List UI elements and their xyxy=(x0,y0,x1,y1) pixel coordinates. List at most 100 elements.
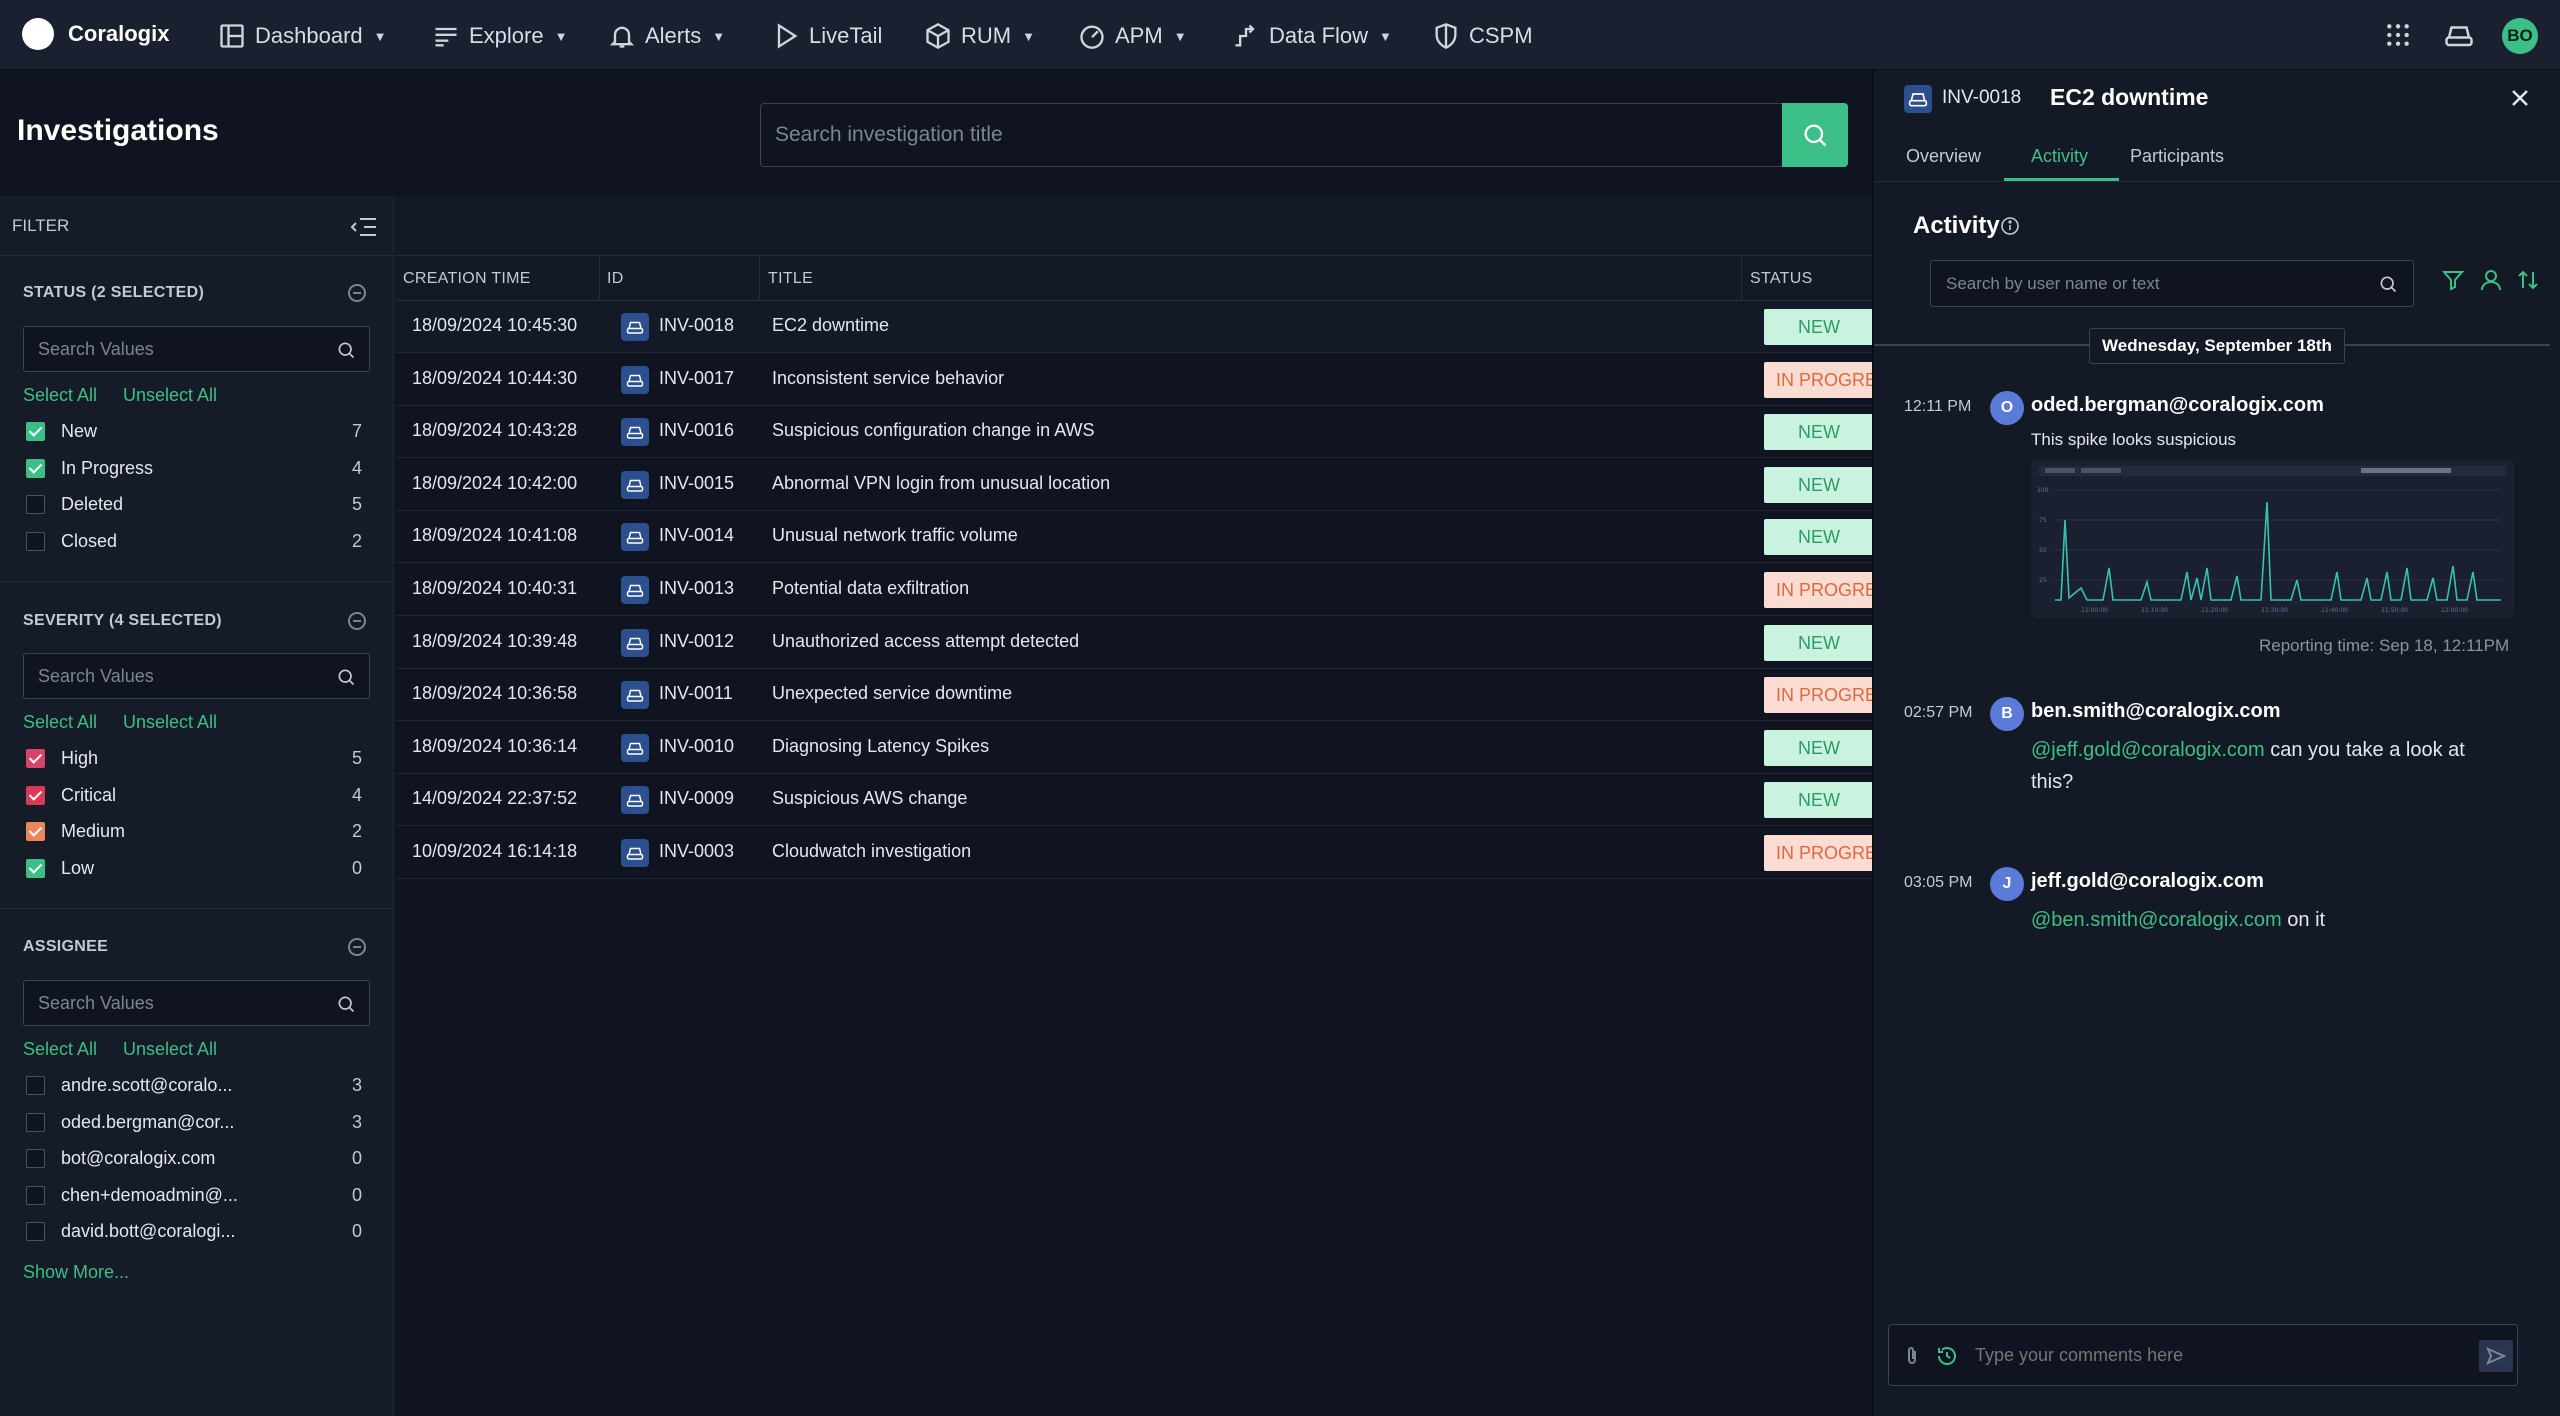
severity-filter-option[interactable]: Low 0 xyxy=(26,857,362,881)
brand-logo[interactable]: Coralogix xyxy=(22,18,169,50)
top-navigation-bar: Coralogix Dashboard ▼ Explore ▼ Alerts ▼ Li… xyxy=(0,0,2560,70)
attachment-icon[interactable] xyxy=(1903,1345,1921,1367)
severity-filter-option[interactable]: Critical 4 xyxy=(26,784,362,808)
assignee-select-all[interactable]: Select All xyxy=(23,1039,97,1060)
tab-participants[interactable]: Participants xyxy=(2130,146,2224,167)
activity-search-input[interactable]: Search by user name or text xyxy=(1930,260,2414,307)
status-unselect-all[interactable]: Unselect All xyxy=(123,385,217,406)
search-button[interactable] xyxy=(1782,103,1848,167)
send-button[interactable] xyxy=(2479,1340,2513,1372)
assignee-search-input[interactable]: Search Values xyxy=(23,980,370,1026)
checkbox[interactable] xyxy=(26,1076,45,1095)
table-row[interactable]: 18/09/2024 10:40:31 INV-0013 Potential dat… xyxy=(395,564,1901,616)
option-label: Medium xyxy=(61,821,126,842)
assignee-filter-option[interactable]: bot@coralogix.com 0 xyxy=(26,1147,362,1171)
severity-search-input[interactable]: Search Values xyxy=(23,653,370,699)
severity-collapse-icon[interactable] xyxy=(348,612,366,630)
assignee-filter-option[interactable]: andre.scott@coralo... 3 xyxy=(26,1074,362,1098)
checkbox[interactable] xyxy=(26,1185,45,1205)
checkbox[interactable] xyxy=(26,422,45,441)
column-status[interactable]: STATUS xyxy=(1750,270,1813,288)
table-row[interactable]: 18/09/2024 10:36:14 INV-0010 Diagnosing La… xyxy=(395,722,1874,774)
severity-unselect-all[interactable]: Unselect All xyxy=(123,712,217,733)
status-filter-option[interactable]: Deleted 5 xyxy=(26,493,362,517)
checkbox[interactable] xyxy=(26,531,45,551)
search-input[interactable] xyxy=(761,104,1781,166)
status-badge: NEW xyxy=(1764,466,1874,503)
nav-alerts[interactable]: Alerts ▼ xyxy=(608,22,725,50)
status-select-all[interactable]: Select All xyxy=(23,385,97,406)
info-icon[interactable] xyxy=(2000,216,2020,236)
investigation-icon[interactable] xyxy=(2444,22,2474,48)
collapse-filter-icon[interactable] xyxy=(350,216,378,238)
status-badge: NEW xyxy=(1764,729,1874,766)
table-row[interactable]: 18/09/2024 10:36:58 INV-0011 Unexpected se… xyxy=(395,669,1901,722)
status-filter-option[interactable]: In Progress 4 xyxy=(26,457,362,481)
assignee-collapse-icon[interactable] xyxy=(348,938,366,956)
table-row[interactable]: 18/09/2024 10:44:30 INV-0017 Inconsistent … xyxy=(395,354,1901,406)
sort-icon[interactable] xyxy=(2517,268,2539,292)
comment-input[interactable] xyxy=(1975,1339,2415,1371)
tab-overview[interactable]: Overview xyxy=(1906,146,1981,167)
nav-livetail[interactable]: LiveTail xyxy=(772,22,882,50)
user-mention[interactable]: @jeff.gold@coralogix.com xyxy=(2031,739,2265,761)
nav-label: Data Flow xyxy=(1269,23,1369,48)
investigation-icon xyxy=(621,365,649,394)
tab-activity[interactable]: Activity xyxy=(2031,146,2088,167)
table-row[interactable]: 10/09/2024 16:14:18 INV-0003 Cloudwatch in… xyxy=(395,827,1901,879)
nav-explore[interactable]: Explore ▼ xyxy=(432,22,567,50)
close-icon[interactable] xyxy=(2510,88,2530,108)
severity-select-all[interactable]: Select All xyxy=(23,712,97,733)
checkbox[interactable] xyxy=(26,1222,45,1242)
nav-cspm[interactable]: CSPM xyxy=(1432,22,1533,50)
message-user[interactable]: jeff.gold@coralogix.com xyxy=(2031,870,2264,893)
table-row[interactable]: 14/09/2024 22:37:52 INV-0009 Suspicious AW… xyxy=(395,774,1874,827)
column-title[interactable]: TITLE xyxy=(768,270,813,288)
show-more-link[interactable]: Show More... xyxy=(23,1262,129,1283)
table-row[interactable]: 18/09/2024 10:39:48 INV-0012 Unauthorized … xyxy=(395,617,1874,669)
checkbox[interactable] xyxy=(26,785,45,805)
status-collapse-icon[interactable] xyxy=(348,284,366,302)
assignee-filter-option[interactable]: david.bott@coralogi... 0 xyxy=(26,1220,362,1244)
checkbox[interactable] xyxy=(26,749,45,768)
checkbox[interactable] xyxy=(26,822,45,842)
assignee-filter-option[interactable]: oded.bergman@cor... 3 xyxy=(26,1111,362,1135)
apps-grid-icon[interactable] xyxy=(2385,22,2411,48)
status-filter-option[interactable]: Closed 2 xyxy=(26,530,362,554)
severity-filter-option[interactable]: Medium 2 xyxy=(26,820,362,844)
nav-data-flow[interactable]: Data Flow ▼ xyxy=(1232,22,1392,50)
status-filter-option[interactable]: New 7 xyxy=(26,420,362,444)
chart-screenshot-thumbnail[interactable]: 100 75 50 25 11:00:00 11:10:00 11:20:00 11:30:… xyxy=(2031,460,2514,618)
checkbox[interactable] xyxy=(26,1149,45,1169)
filter-icon[interactable] xyxy=(2441,268,2465,292)
column-creation-time[interactable]: CREATION TIME xyxy=(403,270,531,288)
column-id[interactable]: ID xyxy=(607,270,624,288)
dashboard-icon xyxy=(220,24,244,48)
cell-id: INV-0018 xyxy=(659,315,735,335)
assignee-unselect-all[interactable]: Unselect All xyxy=(123,1039,217,1060)
user-mention[interactable]: @ben.smith@coralogix.com xyxy=(2031,909,2282,931)
nav-dashboard[interactable]: Dashboard ▼ xyxy=(218,22,387,50)
table-row[interactable]: 18/09/2024 10:41:08 INV-0014 Unusual netwo… xyxy=(395,511,1874,564)
nav-apm[interactable]: APM ▼ xyxy=(1078,22,1187,50)
cell-creation-time: 18/09/2024 10:41:08 xyxy=(412,525,578,546)
checkbox[interactable] xyxy=(26,458,45,478)
table-row[interactable]: 18/09/2024 10:42:00 INV-0015 Abnormal VPN … xyxy=(395,459,1874,511)
table-row[interactable]: 18/09/2024 10:45:30 INV-0018 EC2 downtime N… xyxy=(395,301,1874,353)
checkbox[interactable] xyxy=(26,495,45,515)
user-filter-icon[interactable] xyxy=(2479,268,2503,292)
message-user[interactable]: ben.smith@coralogix.com xyxy=(2031,700,2281,723)
nav-rum[interactable]: RUM ▼ xyxy=(924,22,1035,50)
severity-filter-option[interactable]: High 5 xyxy=(26,747,362,771)
assignee-filter-option[interactable]: chen+demoadmin@... 0 xyxy=(26,1184,362,1208)
checkbox[interactable] xyxy=(26,1112,45,1132)
cell-id: INV-0009 xyxy=(659,788,735,809)
message-user[interactable]: oded.bergman@coralogix.com xyxy=(2031,394,2324,417)
status-search-input[interactable]: Search Values xyxy=(23,326,370,372)
table-row[interactable]: 18/09/2024 10:43:28 INV-0016 Suspicious co… xyxy=(395,406,1874,459)
user-avatar[interactable]: BO xyxy=(2502,18,2538,54)
chevron-down-icon: ▼ xyxy=(1379,28,1392,44)
history-icon[interactable] xyxy=(1935,1344,1959,1368)
checkbox[interactable] xyxy=(26,858,45,878)
search-placeholder: Search Values xyxy=(38,666,154,686)
